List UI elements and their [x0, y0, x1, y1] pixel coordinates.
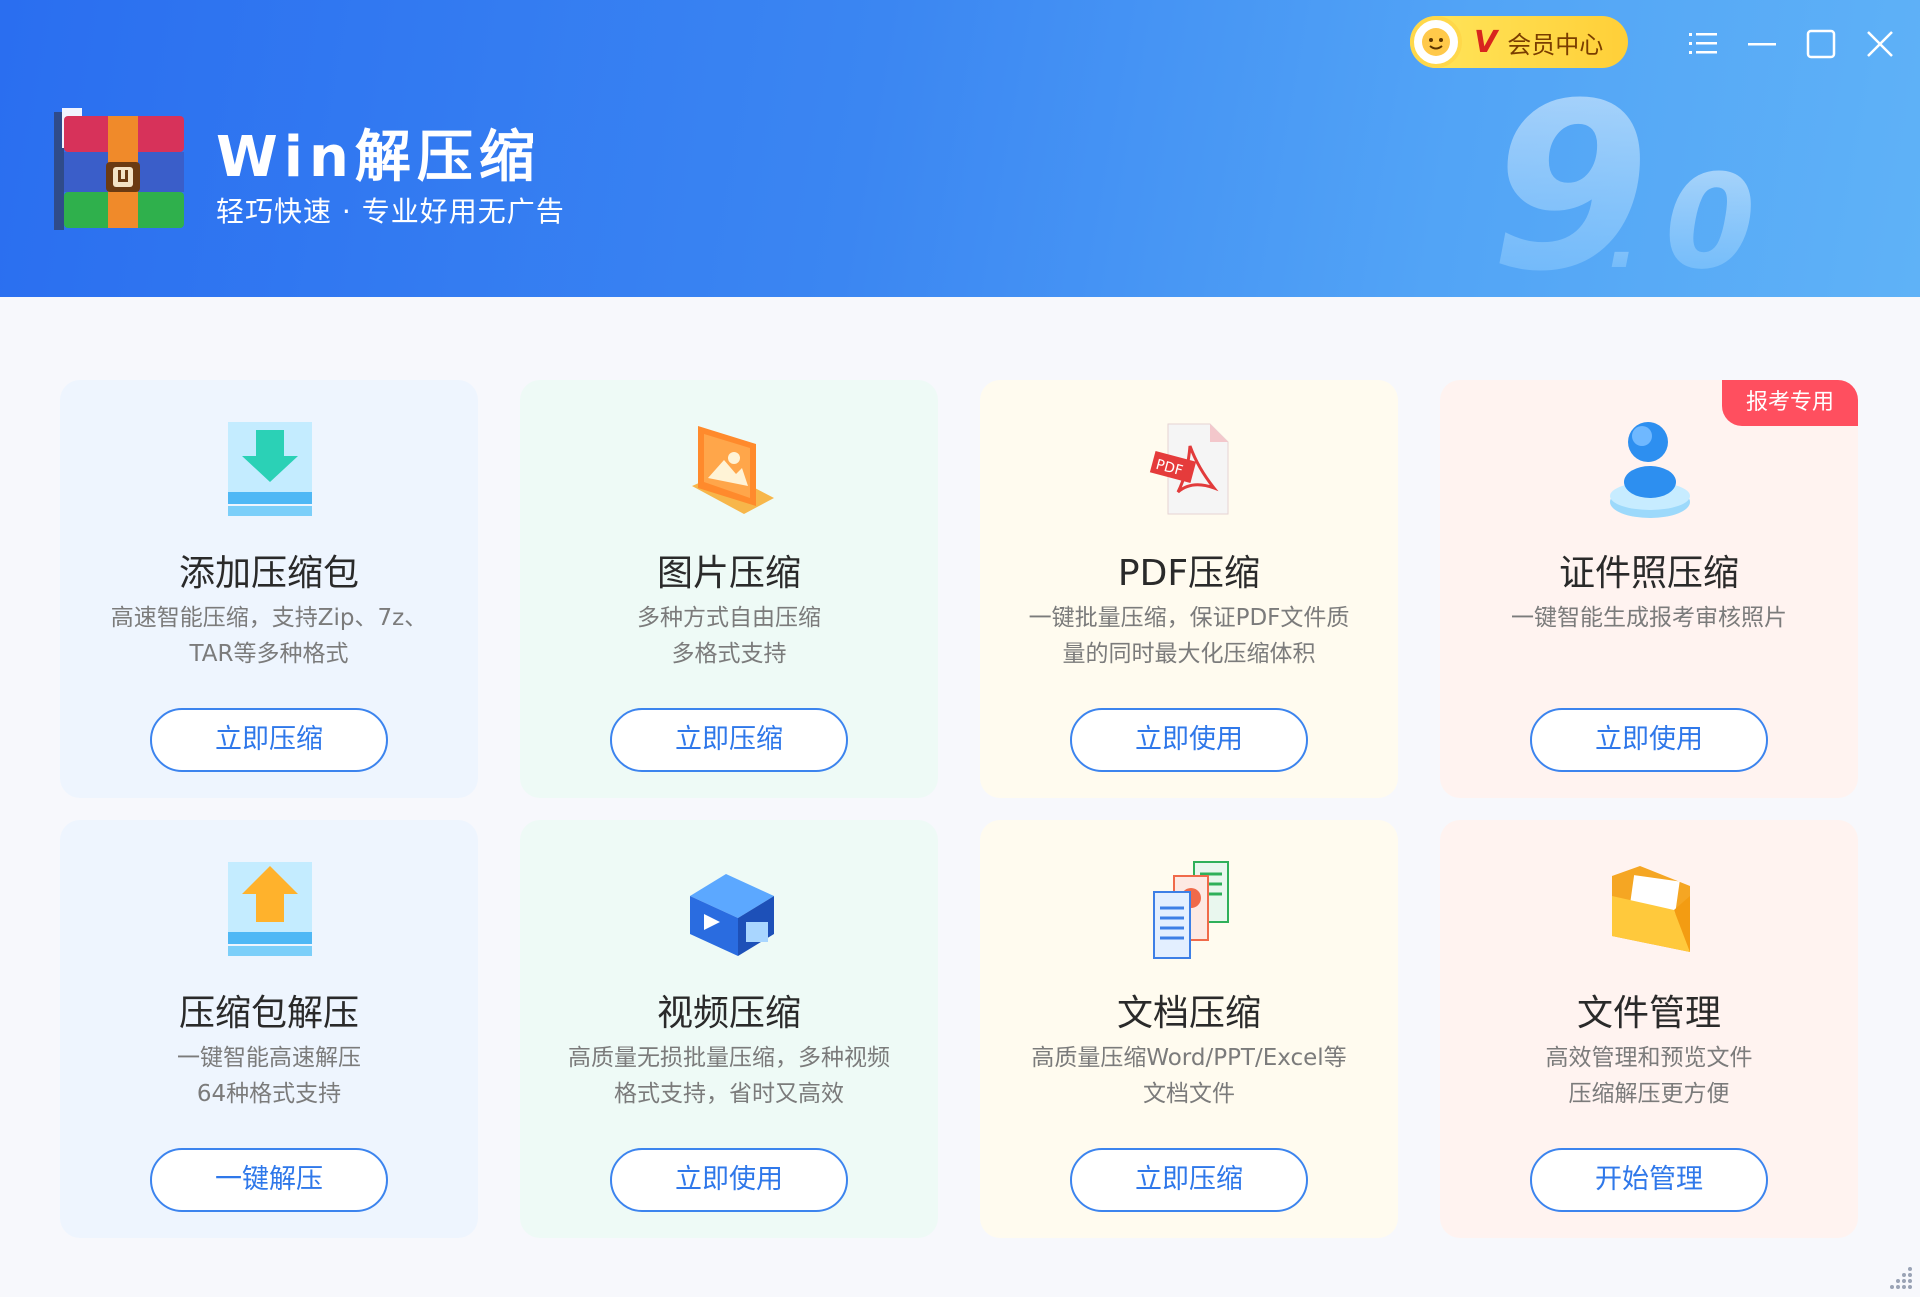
video-icon [690, 874, 774, 956]
card-add-archive: 添加压缩包 高速智能压缩，支持Zip、7z、 TAR等多种格式 立即压缩 [60, 380, 478, 798]
version-graphic: 9 . 0 [1490, 72, 1755, 282]
card-video-compress: 视频压缩 高质量无损批量压缩，多种视频 格式支持，省时又高效 立即使用 [520, 820, 938, 1238]
pdf-icon: PDF [1149, 423, 1229, 515]
use-now-button[interactable]: 立即使用 [610, 1148, 848, 1212]
card-title: 添加压缩包 [178, 553, 359, 594]
documents-icon [1153, 861, 1229, 959]
maximize-icon[interactable] [1803, 26, 1839, 62]
minimize-icon[interactable] [1744, 26, 1780, 62]
card-description: 一键智能高速解压 64种格式支持 [177, 1045, 361, 1107]
one-click-extract-button[interactable]: 一键解压 [150, 1148, 388, 1212]
card-title: 证件照压缩 [1558, 553, 1739, 594]
svg-text:.: . [1608, 193, 1638, 282]
compress-now-button[interactable]: 立即压缩 [150, 708, 388, 772]
card-file-manager: 文件管理 高效管理和预览文件 压缩解压更方便 开始管理 [1440, 820, 1858, 1238]
download-box-icon [228, 422, 312, 516]
start-manage-button[interactable]: 开始管理 [1530, 1148, 1768, 1212]
card-description: 一键批量压缩，保证PDF文件质 量的同时最大化压缩体积 [1028, 605, 1350, 667]
compress-now-button[interactable]: 立即压缩 [1070, 1148, 1308, 1212]
card-description: 一键智能生成报考审核照片 [1511, 605, 1787, 631]
card-image-compress: 图片压缩 多种方式自由压缩 多格式支持 立即压缩 [520, 380, 938, 798]
vip-center-button[interactable]: V 会员中心 [1410, 16, 1628, 68]
card-title: PDF压缩 [1117, 553, 1261, 594]
resize-grip-icon[interactable] [1886, 1263, 1914, 1291]
use-now-button[interactable]: 立即使用 [1530, 708, 1768, 772]
card-title: 文档压缩 [1116, 993, 1261, 1034]
card-description: 高质量压缩Word/PPT/Excel等 文档文件 [1031, 1045, 1347, 1107]
smiley-avatar-icon [1422, 28, 1450, 56]
vip-center-label: 会员中心 [1507, 30, 1604, 59]
use-now-button[interactable]: 立即使用 [1070, 708, 1308, 772]
menu-icon[interactable] [1685, 26, 1721, 62]
card-extract-archive: 压缩包解压 一键智能高速解压 64种格式支持 一键解压 [60, 820, 478, 1238]
app-subtitle: 轻巧快速 · 专业好用无广告 [216, 195, 565, 228]
card-description: 高效管理和预览文件 压缩解压更方便 [1545, 1045, 1753, 1107]
app-logo-icon [54, 108, 184, 230]
svg-text:0: 0 [1665, 146, 1755, 282]
exam-badge: 报考专用 [1722, 380, 1858, 426]
id-photo-icon [1610, 422, 1690, 518]
card-title: 视频压缩 [656, 993, 801, 1034]
avatar [1410, 16, 1462, 68]
compress-now-button[interactable]: 立即压缩 [610, 708, 848, 772]
card-document-compress: 文档压缩 高质量压缩Word/PPT/Excel等 文档文件 立即压缩 [980, 820, 1398, 1238]
image-icon [692, 426, 774, 514]
card-title: 文件管理 [1576, 993, 1721, 1034]
folder-icon [1612, 866, 1690, 952]
app-header: Win解压缩 轻巧快速 · 专业好用无广告 9 . 0 V 会员中心 [0, 0, 1920, 297]
card-id-photo-compress: 报考专用 证件照压缩 一键智能生成报考审核照片 立即使用 [1440, 380, 1858, 798]
card-title: 压缩包解压 [178, 993, 359, 1034]
close-icon[interactable] [1862, 26, 1898, 62]
vip-v-icon: V [1474, 24, 1498, 60]
card-pdf-compress: PDF PDF压缩 一键批量压缩，保证PDF文件质 量的同时最大化压缩体积 立即使… [980, 380, 1398, 798]
card-description: 多种方式自由压缩 多格式支持 [637, 605, 821, 667]
card-title: 图片压缩 [656, 553, 801, 594]
app-title: Win解压缩 [216, 125, 541, 190]
upload-box-icon [228, 862, 312, 956]
card-description: 高质量无损批量压缩，多种视频 格式支持，省时又高效 [568, 1045, 890, 1107]
card-description: 高速智能压缩，支持Zip、7z、 TAR等多种格式 [110, 605, 428, 667]
